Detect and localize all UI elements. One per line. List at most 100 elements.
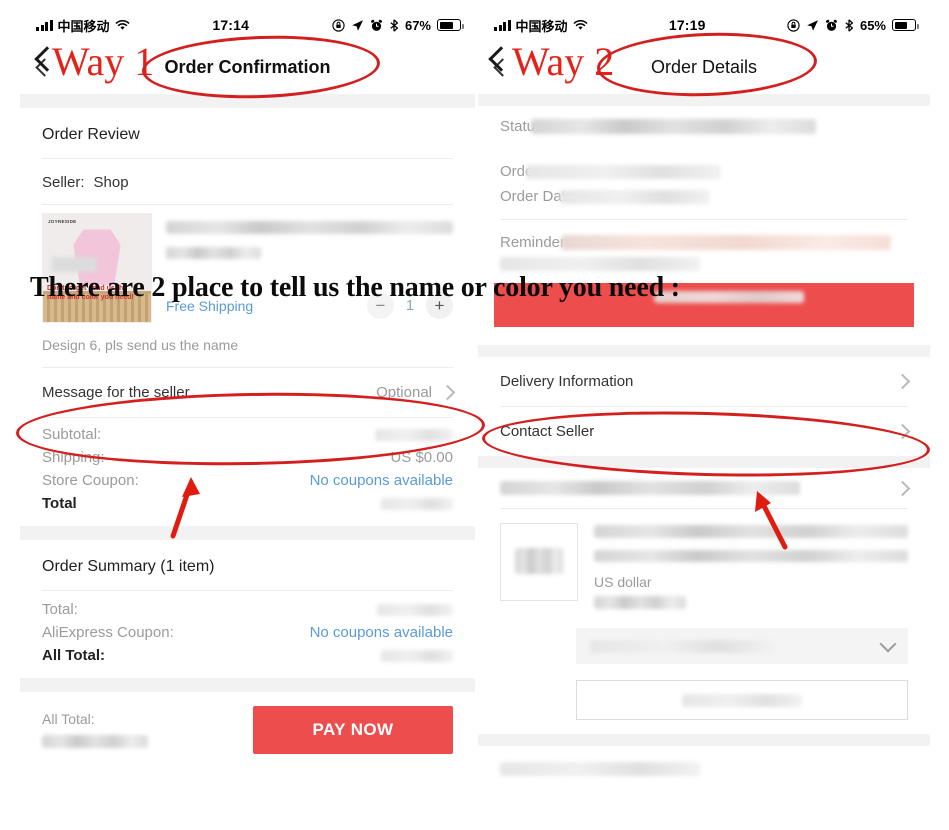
message-for-seller-row[interactable]: Message for the seller Optional [20,368,475,417]
order-item-description: Design 6, pls send us the name [42,337,239,353]
order-summary-card: Order Summary (1 item) Total: AliExpress… [20,540,475,678]
reminder-label: Reminder: [500,234,570,251]
section-gap [478,94,930,106]
quantity-increase-button[interactable]: + [426,292,453,319]
contact-seller-row[interactable]: Contact Seller [478,407,930,456]
bluetooth-icon [390,18,399,32]
order-footer-card [478,746,930,792]
order-status-card: Status: Order Order Date Reminder: [478,106,930,345]
pay-now-button[interactable]: PAY NOW [253,706,453,754]
status-bar-right-group: 67% [332,17,464,33]
product-option-select[interactable] [576,628,908,664]
wifi-icon [115,19,129,30]
aliexpress-coupon-value[interactable]: No coupons available [310,624,453,641]
order-review-heading: Order Review [42,126,140,143]
carrier-label: 中国移动 [57,18,110,34]
total-value-blurred [381,497,453,510]
order-date-value-blurred [560,189,711,204]
bluetooth-icon [845,18,854,32]
product-thumbnail[interactable]: JOYRESIDE Don't forget send us the name … [42,213,152,323]
product-variant-blurred [166,244,453,262]
quantity-value: 1 [405,297,415,314]
battery-icon [892,19,919,31]
seller-row[interactable]: Seller: Shop [20,159,475,204]
price-row-store-coupon[interactable]: Store Coupon: No coupons available [20,468,475,491]
comparison-screenshot: 中国移动 17:14 67% Order Confirmation Order … [0,0,949,830]
section-gap [478,345,930,357]
store-name-row[interactable] [478,468,930,508]
page-title-right: Order Details [650,56,758,77]
seller-label: Seller: [42,174,85,191]
price-row-subtotal: Subtotal: [20,418,475,445]
currency-note: US dollar [594,574,652,590]
order-action-label-blurred [682,693,802,707]
section-gap [478,734,930,746]
chevron-right-icon [894,480,911,496]
links-card: Delivery Information Contact Seller [478,357,930,456]
price-row-shipping: Shipping: US $0.00 [20,445,475,468]
all-total-label: All Total: [42,647,106,664]
order-item-info: Free Shipping − 1 + [152,213,453,323]
status-bar-right: 中国移动 17:19 65% [478,10,930,40]
clock-label: 17:14 [212,17,250,33]
status-bar-left: 中国移动 17:14 67% [20,10,475,40]
product-brand-label: JOYRESIDE [48,219,77,224]
delivery-information-row[interactable]: Delivery Information [478,357,930,406]
contact-seller-label: Contact Seller [500,423,595,440]
phone-screen-way2: 中国移动 17:19 65% Order Details Status: Ord… [478,10,930,830]
back-button-right[interactable] [492,59,508,75]
free-shipping-label: Free Shipping [166,297,254,314]
pay-bar-all-total-value-blurred [42,730,148,751]
section-gap [478,456,930,468]
product-thumbnail[interactable] [500,523,578,601]
battery-percent-label: 67% [404,17,431,33]
section-gap [20,678,475,692]
quantity-decrease-button[interactable]: − [367,292,394,319]
product-option-value-blurred [590,639,775,653]
summary-row-coupon[interactable]: AliExpress Coupon: No coupons available [20,620,475,643]
message-for-seller-value: Optional [376,384,432,401]
order-id-value-blurred [526,164,722,179]
chevron-right-icon [894,423,911,440]
pay-bar-all-total-label: All Total: [42,711,95,727]
total-label: Total [42,495,77,512]
battery-percent-label: 65% [859,17,886,33]
quantity-stepper[interactable]: − 1 + [367,292,453,319]
location-arrow-icon [352,19,363,31]
order-product-info: US dollar [578,523,908,612]
signal-icon [494,19,511,31]
alarm-clock-icon [825,19,837,31]
chevron-right-icon [439,384,456,401]
back-button-left[interactable] [34,59,50,75]
promo-banner[interactable] [494,283,914,327]
rotation-lock-icon [332,18,345,32]
order-footer-blurred [500,761,700,776]
product-subtitle-blurred [594,547,908,565]
phone-screen-way1: 中国移动 17:14 67% Order Confirmation Order … [20,10,475,830]
seller-name: Shop [93,174,129,191]
product-title-blurred [166,219,453,237]
order-action-button[interactable] [576,680,908,720]
nav-bar-right: Order Details [478,40,930,94]
product-price-blurred [594,594,908,612]
aliexpress-coupon-label: AliExpress Coupon: [42,624,174,641]
summary-total-value-blurred [377,603,453,616]
clock-label: 17:19 [668,17,706,33]
order-item[interactable]: JOYRESIDE Don't forget send us the name … [20,205,475,327]
subtotal-value-blurred [375,428,453,441]
order-id-row: Order [478,159,930,184]
reminder-value-blurred [561,235,892,250]
store-name-blurred [500,481,800,495]
status-value-blurred [530,119,816,134]
subtotal-label: Subtotal: [42,426,102,443]
store-coupon-value[interactable]: No coupons available [310,472,453,489]
divider [500,219,908,220]
pay-bar: All Total: PAY NOW [20,692,475,768]
rotation-lock-icon [787,18,800,32]
signal-icon [36,19,53,31]
order-product-card: US dollar [478,468,930,720]
order-review-card: Order Review Seller: Shop JOYRESIDE Don'… [20,108,475,526]
order-product-item[interactable]: US dollar [478,509,930,618]
thumbnail-blur [51,257,97,273]
section-gap [20,94,475,108]
